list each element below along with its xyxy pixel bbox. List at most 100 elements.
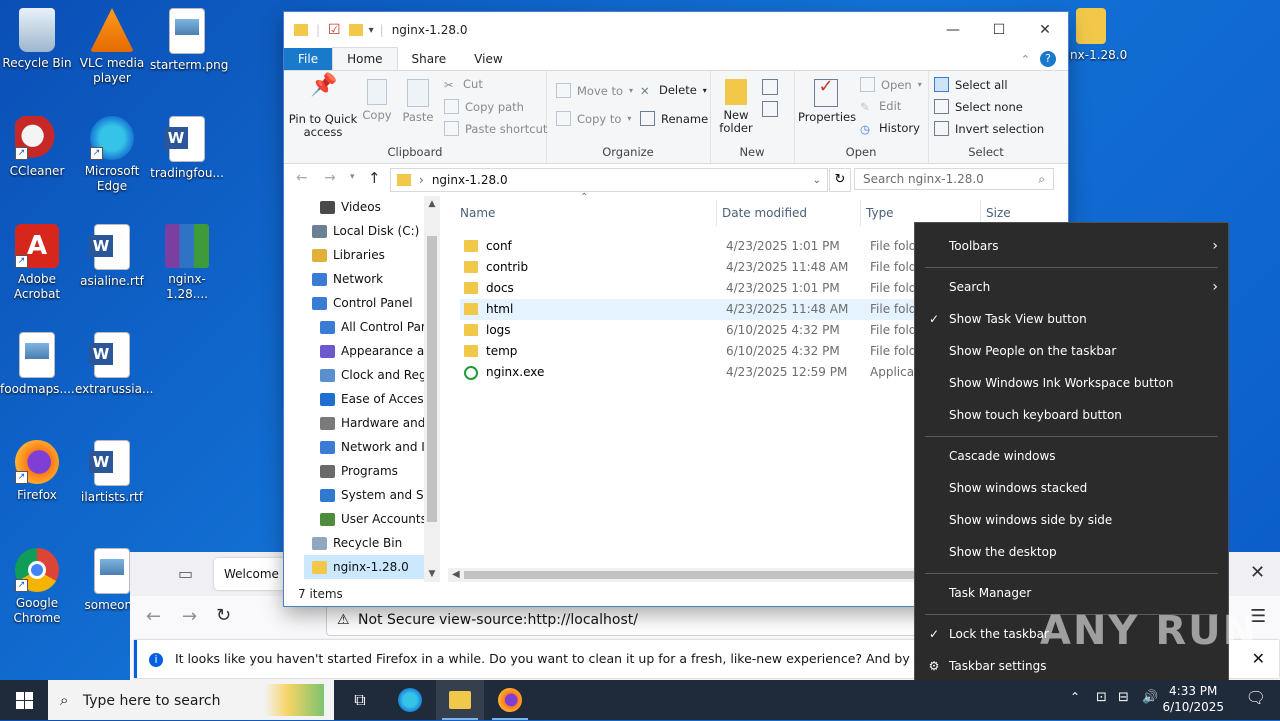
column-date-modified[interactable]: Date modified (716, 200, 852, 226)
paste-button[interactable]: Paste (400, 79, 436, 124)
qat-dropdown-icon[interactable]: ▾ (369, 25, 374, 36)
taskbar-edge[interactable] (386, 680, 434, 720)
menu-item-show-touch-keyboard-button[interactable]: Show touch keyboard button (915, 400, 1228, 430)
nav-scrollbar[interactable]: ▲ ▼ (424, 196, 440, 582)
copy-path-button[interactable]: Copy path (444, 99, 524, 114)
up-arrow-icon[interactable]: ↑ (368, 169, 381, 187)
desktop-icon-recycle-bin[interactable]: Recycle Bin (0, 8, 74, 71)
nav-item-recycle-bin[interactable]: Recycle Bin (312, 531, 402, 555)
new-item-icon[interactable] (762, 79, 778, 95)
menu-item-show-the-desktop[interactable]: Show the desktop (915, 537, 1228, 567)
nav-item-user-accounts[interactable]: User Accounts (320, 507, 427, 531)
menu-item-taskbar-settings[interactable]: ⚙ Taskbar settings (915, 651, 1228, 681)
scroll-up-icon[interactable]: ▲ (424, 196, 440, 212)
notifications-icon[interactable]: 🗨 (1246, 688, 1266, 707)
open-button[interactable]: Open ▾ (860, 77, 922, 92)
desktop-icon-edge[interactable]: ↗ Microsoft Edge (75, 116, 149, 194)
menu-item-task-manager[interactable]: Task Manager (915, 578, 1228, 608)
address-bar[interactable]: › nginx-1.28.0 ⌄ (390, 168, 828, 192)
taskbar-file-explorer[interactable] (436, 680, 484, 720)
desktop-icon-asialine[interactable]: asialine.rtf (75, 224, 149, 289)
select-none-button[interactable]: Select none (934, 99, 1023, 114)
delete-button[interactable]: ✕ Delete ▾ (640, 83, 707, 98)
close-button[interactable]: ✕ (1022, 12, 1068, 48)
scroll-down-icon[interactable]: ▼ (424, 566, 440, 582)
copy-button[interactable]: Copy (360, 79, 394, 122)
nav-item-libraries[interactable]: Libraries (312, 243, 385, 267)
properties-button[interactable]: ✓ Properties (798, 78, 856, 124)
copy-to-button[interactable]: Copy to ▾ (556, 111, 631, 126)
desktop-icon-ccleaner[interactable]: ↗ CCleaner (0, 116, 74, 179)
invert-selection-button[interactable]: Invert selection (934, 121, 1044, 136)
nav-item-ease-of-access[interactable]: Ease of Access (320, 387, 430, 411)
forward-icon[interactable]: → (324, 170, 336, 186)
recent-locations-icon[interactable]: ▾ (350, 172, 355, 182)
start-button[interactable] (0, 680, 48, 720)
task-view-button[interactable]: ⧉ (336, 680, 384, 720)
network-icon[interactable]: ⊡ (1096, 690, 1107, 705)
desktop-icon-vlc[interactable]: VLC media player (75, 8, 149, 86)
help-icon[interactable]: ? (1040, 51, 1056, 67)
nav-item-system-and-se[interactable]: System and Se (320, 483, 431, 507)
easy-access-icon[interactable] (762, 101, 778, 117)
desktop-icon-adobe[interactable]: ↗ Adobe Acrobat (0, 224, 74, 302)
tab-share[interactable]: Share (398, 48, 461, 70)
cut-button[interactable]: ✂ Cut (444, 77, 483, 92)
close-window-icon[interactable]: ✕ (1250, 562, 1265, 583)
desktop-icon-nginx-archive[interactable]: nginx-1.28.... (150, 224, 224, 302)
nav-item-hardware-and[interactable]: Hardware and (320, 411, 425, 435)
taskbar-firefox[interactable] (486, 680, 534, 720)
forward-icon[interactable]: → (182, 606, 197, 627)
nav-item-all-control-par[interactable]: All Control Par (320, 315, 426, 339)
paste-shortcut-button[interactable]: Paste shortcut (444, 121, 547, 136)
nav-item-appearance-an[interactable]: Appearance an (320, 339, 432, 363)
nav-item-videos[interactable]: Videos (320, 196, 381, 219)
refresh-icon[interactable]: ↻ (829, 168, 851, 192)
back-icon[interactable]: ← (296, 170, 308, 186)
nav-item-local-disk-c-[interactable]: Local Disk (C:) (312, 219, 419, 243)
rename-button[interactable]: Rename (640, 111, 708, 126)
menu-item-cascade-windows[interactable]: Cascade windows (915, 441, 1228, 471)
move-to-button[interactable]: Move to ▾ (556, 83, 633, 98)
nav-item-control-panel[interactable]: Control Panel (312, 291, 413, 315)
scroll-thumb[interactable] (427, 236, 437, 522)
menu-item-show-windows-ink-workspace-button[interactable]: Show Windows Ink Workspace button (915, 368, 1228, 398)
select-all-button[interactable]: Select all (934, 77, 1008, 92)
menu-item-show-windows-side-by-side[interactable]: Show windows side by side (915, 505, 1228, 535)
volume-icon[interactable]: 🔊 (1142, 690, 1158, 705)
ethernet-icon[interactable]: ⊟ (1118, 690, 1129, 705)
new-folder-button[interactable]: New folder (716, 79, 756, 135)
menu-item-show-task-view-button[interactable]: ✓ Show Task View button (915, 304, 1228, 334)
desktop-icon-firefox[interactable]: ↗ Firefox (0, 440, 74, 503)
address-dropdown-icon[interactable]: ⌄ (813, 175, 821, 186)
nav-item-clock-and-regi[interactable]: Clock and Regi (320, 363, 430, 387)
desktop-icon-starterm[interactable]: starterm.png (150, 8, 228, 73)
nav-item-network-and-ir[interactable]: Network and Ir (320, 435, 430, 459)
properties-qat-icon[interactable]: ☑ (328, 22, 341, 38)
nav-item-programs[interactable]: Programs (320, 459, 398, 483)
column-name[interactable]: Name (460, 200, 710, 226)
back-icon[interactable]: ← (146, 606, 161, 627)
desktop-icon-tradingfou[interactable]: tradingfou... (150, 116, 224, 181)
tab-home[interactable]: Home (332, 47, 398, 70)
tab-overview-icon[interactable]: ▭ (178, 564, 193, 583)
search-input[interactable]: Search nginx-1.28.0 ⌕ (854, 168, 1054, 190)
maximize-button[interactable]: ☐ (976, 12, 1022, 48)
desktop-icon-extrarussia[interactable]: extrarussia... (75, 332, 153, 397)
pin-quick-access-button[interactable]: 📌 Pin to Quick access (288, 75, 358, 139)
scroll-left-icon[interactable]: ◀ (452, 568, 460, 582)
reload-icon[interactable]: ↻ (216, 605, 231, 626)
desktop-icon-foodmaps[interactable]: foodmaps.... (0, 332, 75, 397)
menu-item-show-windows-stacked[interactable]: Show windows stacked (915, 473, 1228, 503)
nav-item-network[interactable]: Network (312, 267, 383, 291)
desktop-icon-chrome[interactable]: ↗ Google Chrome (0, 548, 74, 626)
tab-file[interactable]: File (284, 48, 333, 70)
nav-item-nginx-1-28-0[interactable]: nginx-1.28.0 (304, 555, 440, 579)
desktop-icon-ilartists[interactable]: ilartists.rtf (75, 440, 149, 505)
new-folder-qat-icon[interactable] (348, 24, 363, 36)
menu-item-toolbars[interactable]: Toolbars › (915, 231, 1228, 261)
menu-item-show-people-on-the-taskbar[interactable]: Show People on the taskbar (915, 336, 1228, 366)
menu-item-search[interactable]: Search › (915, 272, 1228, 302)
edit-button[interactable]: ✎ Edit (860, 99, 901, 114)
taskbar-search-box[interactable]: ⌕ Type here to search (48, 680, 334, 720)
